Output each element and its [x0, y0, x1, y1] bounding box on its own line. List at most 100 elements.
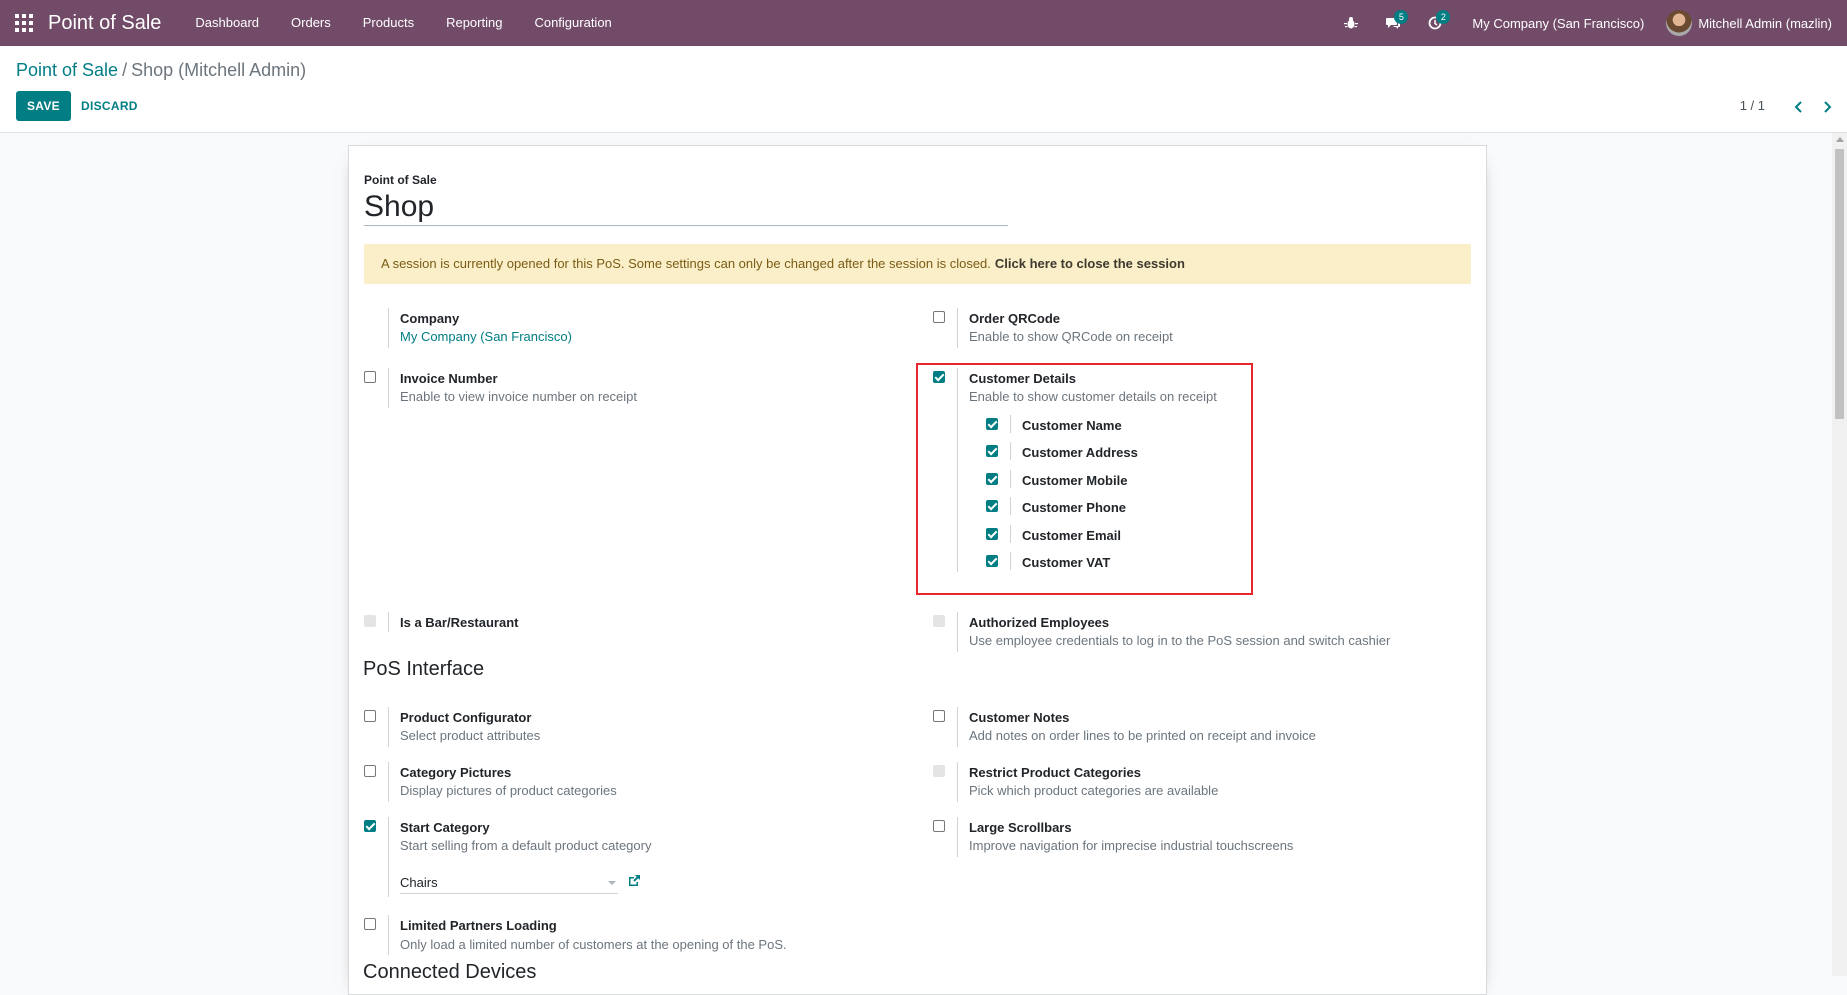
setting-divider — [388, 915, 389, 955]
messages-icon[interactable]: 5 — [1372, 0, 1414, 46]
menu-configuration[interactable]: Configuration — [518, 0, 627, 46]
order-qrcode-title: Order QRCode — [969, 311, 1061, 326]
page-scrollbar[interactable] — [1832, 133, 1847, 976]
scroll-up-arrow-icon[interactable] — [1836, 137, 1844, 142]
setting-divider — [957, 762, 958, 802]
category-pictures-checkbox[interactable] — [364, 765, 376, 777]
breadcrumb: Point of Sale / Shop (Mitchell Admin) — [16, 60, 306, 81]
pos-name-field[interactable]: Shop — [364, 190, 1008, 226]
customer-vat-checkbox[interactable] — [986, 555, 998, 567]
start-category-checkbox[interactable] — [364, 820, 376, 832]
product-configurator-title: Product Configurator — [400, 710, 532, 725]
alert-text: A session is currently opened for this P… — [381, 256, 991, 271]
invoice-number-title: Invoice Number — [400, 371, 498, 386]
invoice-number-checkbox[interactable] — [364, 371, 376, 383]
setting-divider — [1010, 415, 1011, 433]
customer-details-checkbox[interactable] — [933, 371, 945, 383]
messages-badge: 5 — [1394, 10, 1409, 24]
menu-products[interactable]: Products — [347, 0, 430, 46]
authorized-employees-checkbox — [933, 615, 945, 627]
start-category-select[interactable]: Chairs — [400, 872, 618, 894]
setting-divider — [957, 612, 958, 652]
company-switcher[interactable]: My Company (San Francisco) — [1456, 16, 1666, 31]
setting-divider — [388, 762, 389, 802]
customer-name-label: Customer Name — [1022, 418, 1122, 433]
customer-vat-label: Customer VAT — [1022, 555, 1111, 570]
user-avatar — [1666, 10, 1693, 36]
company-title: Company — [400, 311, 460, 326]
customer-name-checkbox[interactable] — [986, 418, 998, 430]
connected-devices-heading: Connected Devices — [363, 961, 537, 983]
pos-name-label: Point of Sale — [364, 173, 437, 187]
limited-partners-checkbox[interactable] — [364, 918, 376, 930]
customer-mobile-checkbox[interactable] — [986, 473, 998, 485]
external-link-icon[interactable] — [627, 874, 641, 888]
customer-phone-checkbox[interactable] — [986, 500, 998, 512]
large-scrollbars-title: Large Scrollbars — [969, 820, 1072, 835]
invoice-number-desc: Enable to view invoice number on receipt — [400, 389, 638, 404]
save-button[interactable]: SAVE — [16, 91, 71, 121]
authorized-employees-desc: Use employee credentials to log in to th… — [969, 633, 1391, 648]
setting-divider — [957, 707, 958, 747]
restrict-categories-title: Restrict Product Categories — [969, 765, 1141, 780]
discard-button[interactable]: DISCARD — [72, 91, 147, 121]
setting-divider — [1010, 497, 1011, 515]
customer-address-checkbox[interactable] — [986, 445, 998, 457]
menu-orders[interactable]: Orders — [275, 0, 347, 46]
setting-divider — [388, 612, 389, 632]
user-name: Mitchell Admin (mazlin) — [1698, 15, 1832, 31]
company-value[interactable]: My Company (San Francisco) — [400, 329, 572, 344]
restrict-categories-desc: Pick which product categories are availa… — [969, 783, 1219, 798]
user-menu[interactable]: Mitchell Admin (mazlin) — [1666, 10, 1847, 36]
category-pictures-desc: Display pictures of product categories — [400, 783, 617, 798]
session-open-alert: A session is currently opened for this P… — [364, 244, 1471, 284]
setting-divider — [1010, 442, 1011, 460]
scrollbar-thumb[interactable] — [1835, 149, 1844, 419]
setting-divider — [957, 368, 958, 572]
customer-address-label: Customer Address — [1022, 445, 1138, 460]
large-scrollbars-desc: Improve navigation for imprecise industr… — [969, 838, 1294, 853]
control-panel: Point of Sale / Shop (Mitchell Admin) SAVE… — [0, 46, 1847, 133]
close-session-link[interactable]: Click here to close the session — [995, 256, 1185, 271]
apps-menu-icon[interactable] — [0, 0, 48, 46]
start-category-desc: Start selling from a default product cat… — [400, 838, 652, 853]
customer-details-desc: Enable to show customer details on recei… — [969, 389, 1217, 404]
order-qrcode-checkbox[interactable] — [933, 311, 945, 323]
customer-email-checkbox[interactable] — [986, 528, 998, 540]
menu-reporting[interactable]: Reporting — [430, 0, 518, 46]
pos-interface-heading: PoS Interface — [363, 658, 485, 680]
app-brand[interactable]: Point of Sale — [48, 12, 161, 35]
pager-next-icon[interactable] — [1815, 96, 1839, 118]
setting-divider — [388, 707, 389, 747]
restrict-categories-checkbox — [933, 765, 945, 777]
is-bar-checkbox — [364, 615, 376, 627]
start-category-title: Start Category — [400, 820, 490, 835]
setting-divider — [1010, 525, 1011, 543]
customer-notes-title: Customer Notes — [969, 710, 1070, 725]
debug-bug-icon[interactable] — [1330, 0, 1372, 46]
start-category-value: Chairs — [400, 875, 438, 890]
customer-email-label: Customer Email — [1022, 528, 1121, 543]
activities-badge: 2 — [1436, 10, 1451, 24]
menu-dashboard[interactable]: Dashboard — [179, 0, 275, 46]
is-bar-title: Is a Bar/Restaurant — [400, 615, 519, 630]
product-configurator-desc: Select product attributes — [400, 728, 541, 743]
setting-divider — [1010, 552, 1011, 570]
limited-partners-desc: Only load a limited number of customers … — [400, 937, 787, 952]
setting-divider — [388, 817, 389, 897]
activities-clock-icon[interactable]: 2 — [1414, 0, 1456, 46]
product-configurator-checkbox[interactable] — [364, 710, 376, 722]
customer-notes-checkbox[interactable] — [933, 710, 945, 722]
limited-partners-title: Limited Partners Loading — [400, 918, 557, 933]
top-navbar: Point of Sale Dashboard Orders Products … — [0, 0, 1847, 46]
pager-value[interactable]: 1 / 1 — [1740, 98, 1765, 113]
pager-previous-icon[interactable] — [1787, 96, 1811, 118]
large-scrollbars-checkbox[interactable] — [933, 820, 945, 832]
authorized-employees-title: Authorized Employees — [969, 615, 1110, 630]
customer-details-title: Customer Details — [969, 371, 1076, 386]
order-qrcode-desc: Enable to show QRCode on receipt — [969, 329, 1173, 344]
setting-divider — [388, 368, 389, 408]
breadcrumb-current: Shop (Mitchell Admin) — [131, 60, 307, 80]
setting-divider — [388, 308, 389, 348]
breadcrumb-parent[interactable]: Point of Sale — [16, 60, 118, 80]
